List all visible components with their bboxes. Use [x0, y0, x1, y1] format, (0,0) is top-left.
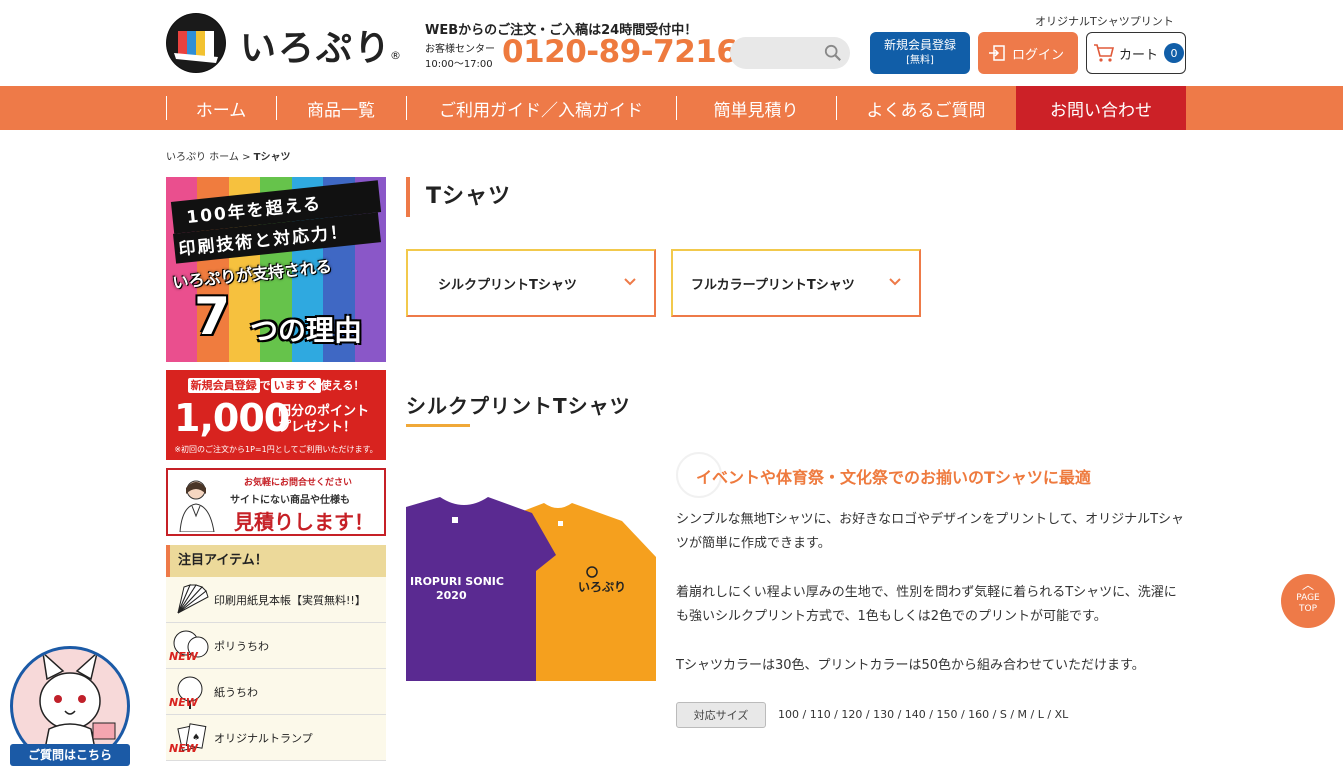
nav-item-contact[interactable]: お問い合わせ — [1016, 86, 1186, 130]
new-badge: NEW — [169, 696, 198, 709]
shirt-text-1: IROPURI SONIC — [410, 575, 504, 588]
featured-item-label: ポリうちわ — [214, 640, 269, 653]
chevron-down-icon — [889, 278, 901, 286]
mascot-label: ご質問はこちら — [10, 744, 130, 766]
size-badge: 対応サイズ — [676, 702, 766, 728]
silk-print-tshirt-button[interactable]: シルクプリントTシャツ — [406, 249, 656, 317]
banner2-note: ※初回のご注文から1P=1円としてご利用いただけます。 — [174, 445, 378, 454]
estimate-banner[interactable]: お気軽にお問合せください サイトにない商品や仕様も 見積りします！ — [166, 468, 386, 536]
site-header: いろぷり ® WEBからのご注文・ご入稿は24時間受付中！ お客様センター 10… — [0, 0, 1343, 86]
breadcrumb-current: Tシャツ — [253, 152, 291, 163]
register-label: 新規会員登録 — [883, 38, 956, 52]
logo-text: いろぷり — [240, 28, 393, 69]
customer-center-label: お客様センター — [425, 44, 495, 55]
featured-item-paper-fan[interactable]: NEW 紙うちわ — [166, 669, 386, 715]
banner1-big-number: 7 — [194, 287, 231, 347]
nav-item-faq[interactable]: よくあるご質問 — [836, 86, 1016, 130]
search-input[interactable] — [730, 37, 850, 69]
tshirt-illustration: IROPURI SONIC 2020 いろぷり — [406, 497, 656, 681]
logo-registered-mark: ® — [390, 49, 401, 62]
featured-item-poly-fan[interactable]: NEW ポリうちわ — [166, 623, 386, 669]
nav-item-home[interactable]: ホーム — [166, 86, 276, 130]
banner3-line3: 見積りします！ — [234, 510, 374, 534]
nav-item-estimate[interactable]: 簡単見積り — [676, 86, 836, 130]
banner3-line1: お気軽にお問合せください — [244, 478, 353, 488]
customer-center-hours: 10:00〜17:00 — [425, 59, 493, 70]
featured-item-label: 印刷用紙見本帳【実質無料!!】 — [214, 594, 366, 607]
description-paragraph-1: シンプルな無地Tシャツに、お好きなロゴやデザインをプリントして、オリジナルTシャ… — [676, 512, 1185, 551]
cart-icon — [1094, 44, 1115, 62]
fullcolor-print-tshirt-button[interactable]: フルカラープリントTシャツ — [671, 249, 921, 317]
banner2-line2: 円分のポイント プレゼント！ — [278, 404, 369, 436]
size-list: 100 / 110 / 120 / 130 / 140 / 150 / 160 … — [778, 708, 1069, 721]
breadcrumb-home-link[interactable]: いろぷり ホーム — [166, 152, 239, 163]
breadcrumb-separator: > — [238, 152, 254, 163]
faq-mascot-button[interactable]: ご質問はこちら — [8, 646, 132, 768]
chevron-down-icon — [624, 278, 636, 286]
section-underline — [406, 424, 470, 427]
login-label: ログイン — [1012, 47, 1065, 63]
featured-item-label: オリジナルトランプ — [214, 732, 313, 745]
shirt-text-2: 2020 — [436, 589, 467, 602]
nav-item-guide[interactable]: ご利用ガイド／入稿ガイド — [406, 86, 676, 130]
featured-item-paper-sample[interactable]: 印刷用紙見本帳【実質無料!!】 — [166, 577, 386, 623]
featured-item-label: 紙うちわ — [214, 686, 258, 699]
site-tagline: オリジナルTシャツプリント — [1035, 15, 1174, 28]
phone-number[interactable]: 0120-89-7216 — [502, 34, 738, 70]
login-button[interactable]: ログイン — [978, 32, 1078, 74]
cart-count-badge: 0 — [1164, 43, 1185, 63]
section-title: シルクプリントTシャツ — [406, 394, 631, 418]
site-logo[interactable]: いろぷり ® — [166, 13, 406, 73]
banner3-line2: サイトにない商品や仕様も — [230, 495, 350, 506]
page-title: Tシャツ — [406, 177, 511, 217]
shirt-logo-text: いろぷり — [578, 580, 626, 594]
logo-mark-icon — [166, 13, 226, 73]
page-top-button[interactable]: ︿ PAGE TOP — [1281, 574, 1335, 628]
point-campaign-banner[interactable]: 新規会員登録でいますぐ 使える！ 1,000 円分のポイント プレゼント！ ※初回… — [166, 370, 386, 460]
search-icon[interactable] — [824, 44, 842, 62]
global-nav: ホーム 商品一覧 ご利用ガイド／入稿ガイド 簡単見積り よくあるご質問 お問い合… — [0, 86, 1343, 130]
banner2-present: プレゼント！ — [278, 420, 357, 435]
banner2-usable: 使える！ — [320, 379, 365, 392]
banner2-amount: 1,000 — [174, 396, 290, 440]
description-paragraph-3: Tシャツカラーは30色、プリントカラーは50色から組み合わせていただけます。 — [676, 658, 1145, 673]
page-top-label-2: TOP — [1298, 604, 1317, 614]
tshirt-product-image: IROPURI SONIC 2020 いろぷり — [406, 495, 656, 681]
cart-button[interactable]: カート 0 — [1086, 32, 1186, 74]
banner2-now: いますぐ — [270, 378, 321, 393]
new-badge: NEW — [169, 650, 198, 663]
featured-item-playing-cards[interactable]: ♠ NEW オリジナルトランプ — [166, 715, 386, 761]
paper-fan-icon — [177, 584, 209, 614]
fullcolor-print-label: フルカラープリントTシャツ — [691, 277, 855, 293]
catch-copy: イベントや体育祭・文化祭でのお揃いのTシャツに最適 — [696, 468, 1091, 487]
banner2-de: で — [259, 379, 271, 392]
register-sub-label: [無料] — [906, 55, 934, 66]
banner2-register: 新規会員登録 — [187, 378, 260, 393]
seven-reasons-banner[interactable]: 100年を超える 印刷技術と対応力！ いろぷりが支持される 7 つの理由 — [166, 177, 386, 362]
new-badge: NEW — [169, 742, 198, 755]
register-button[interactable]: 新規会員登録 [無料] — [870, 32, 970, 74]
banner2-line1: 新規会員登録でいますぐ 使える！ — [166, 377, 386, 393]
featured-items-heading: 注目アイテム！ — [166, 545, 386, 577]
staff-illustration-icon — [179, 480, 215, 532]
description-paragraph-2: 着崩れしにくい程よい厚みの生地で、性別を問わず気軽に着られるTシャツに、洗濯にも… — [676, 585, 1177, 624]
nav-item-products[interactable]: 商品一覧 — [276, 86, 406, 130]
page-top-label-1: PAGE — [1296, 593, 1320, 603]
banner2-points: 円分のポイント — [278, 404, 370, 419]
cart-label: カート — [1119, 47, 1159, 63]
breadcrumb: いろぷり ホーム > Tシャツ — [166, 148, 290, 163]
login-icon — [989, 45, 1005, 61]
chevron-up-icon: ︿ — [1301, 578, 1314, 592]
silk-print-label: シルクプリントTシャツ — [438, 277, 577, 293]
banner1-line4: つの理由 — [250, 314, 363, 347]
